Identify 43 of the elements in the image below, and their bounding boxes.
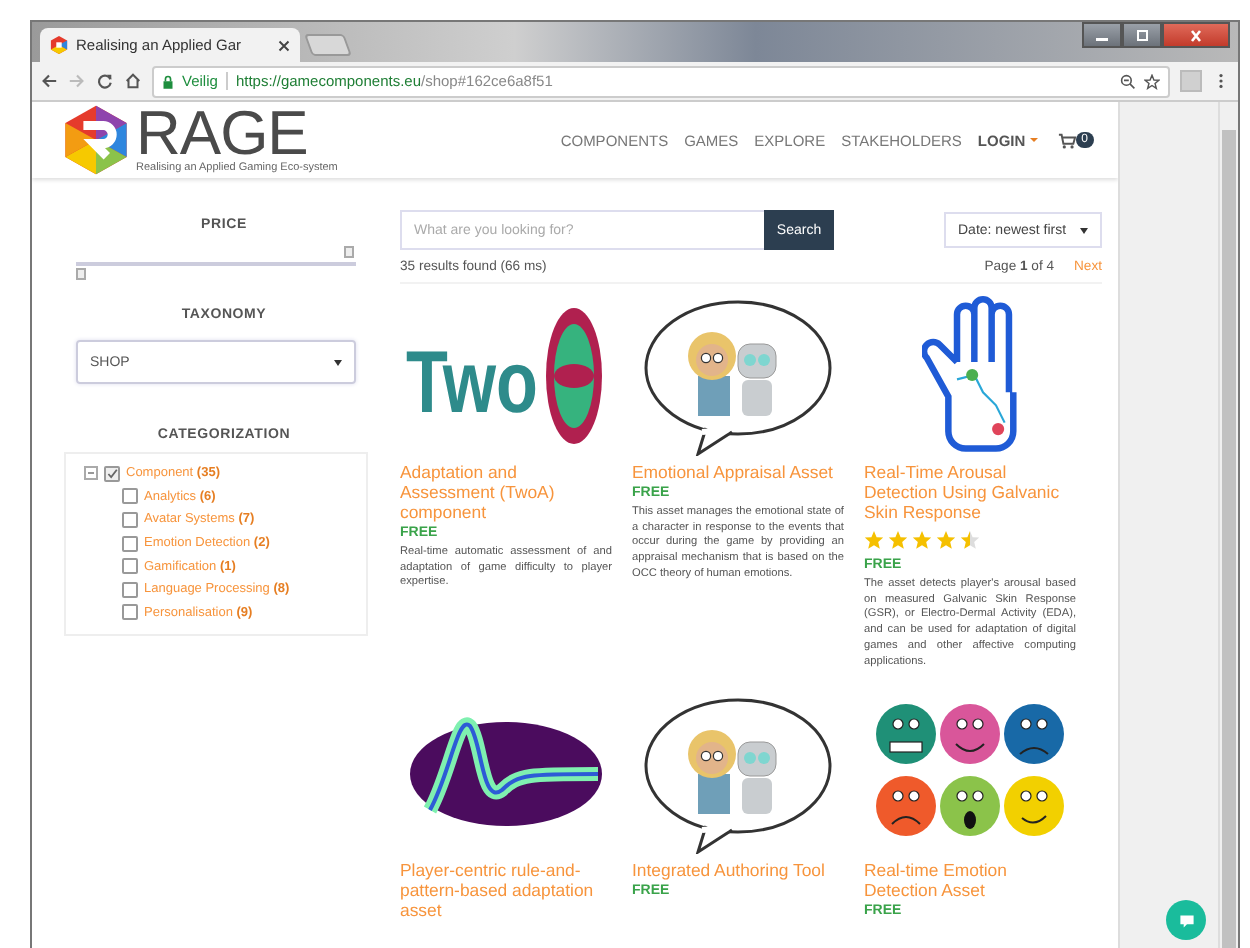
checkbox[interactable] bbox=[122, 604, 138, 621]
zoom-icon[interactable] bbox=[1120, 73, 1136, 89]
scrollbar[interactable] bbox=[1218, 102, 1238, 948]
star-icon bbox=[864, 530, 884, 550]
checkbox[interactable] bbox=[104, 465, 120, 482]
star-icon bbox=[912, 530, 932, 550]
back-icon[interactable] bbox=[40, 72, 58, 90]
logo-wordmark: RAGE bbox=[136, 106, 308, 162]
reload-icon[interactable] bbox=[96, 72, 114, 90]
forward-icon[interactable] bbox=[68, 72, 86, 90]
star-icon bbox=[936, 530, 956, 550]
close-icon bbox=[1186, 27, 1206, 43]
caret-icon bbox=[1080, 227, 1088, 233]
collapse-toggle-icon[interactable] bbox=[84, 466, 98, 481]
hexagon-logo-icon bbox=[50, 36, 68, 54]
maximize-button[interactable] bbox=[1122, 22, 1162, 48]
slider-handle[interactable] bbox=[76, 268, 86, 280]
checkbox[interactable] bbox=[122, 558, 138, 575]
lock-icon bbox=[162, 73, 174, 89]
maximize-icon bbox=[1132, 27, 1152, 43]
star-icon bbox=[888, 530, 908, 550]
checkbox[interactable] bbox=[122, 535, 138, 552]
card-title-link[interactable]: Emotional Appraisal Asset bbox=[632, 462, 844, 482]
checkbox[interactable] bbox=[122, 581, 138, 598]
logo-drawing: Two bbox=[400, 296, 612, 456]
cart-icon bbox=[1057, 131, 1076, 149]
slider-handle[interactable] bbox=[344, 246, 354, 258]
home-icon[interactable] bbox=[124, 72, 142, 90]
card-title-link[interactable]: Player-centric rule-and-pattern-based adaptation asset bbox=[400, 860, 612, 921]
star-icon bbox=[960, 530, 980, 550]
card-title-link[interactable]: Integrated Authoring Tool bbox=[632, 860, 844, 881]
minimize-button[interactable] bbox=[1082, 22, 1122, 48]
new-tab-button[interactable] bbox=[304, 34, 352, 56]
checkbox[interactable] bbox=[122, 511, 138, 528]
card-title-link[interactable]: Adaptation and Assessment (TwoA) component bbox=[400, 462, 612, 522]
checkbox[interactable] bbox=[122, 488, 138, 505]
close-icon[interactable] bbox=[278, 39, 290, 51]
close-button[interactable] bbox=[1162, 22, 1230, 48]
card-title-link[interactable]: Real-Time Arousal Detection Using Galvanic Skin Response bbox=[864, 462, 1076, 522]
caret-icon bbox=[334, 359, 342, 365]
card-title-link[interactable]: Real-time Emotion Detection Asset bbox=[864, 860, 1076, 901]
caret-icon bbox=[1029, 138, 1038, 142]
star-outline-icon[interactable] bbox=[1144, 73, 1160, 89]
